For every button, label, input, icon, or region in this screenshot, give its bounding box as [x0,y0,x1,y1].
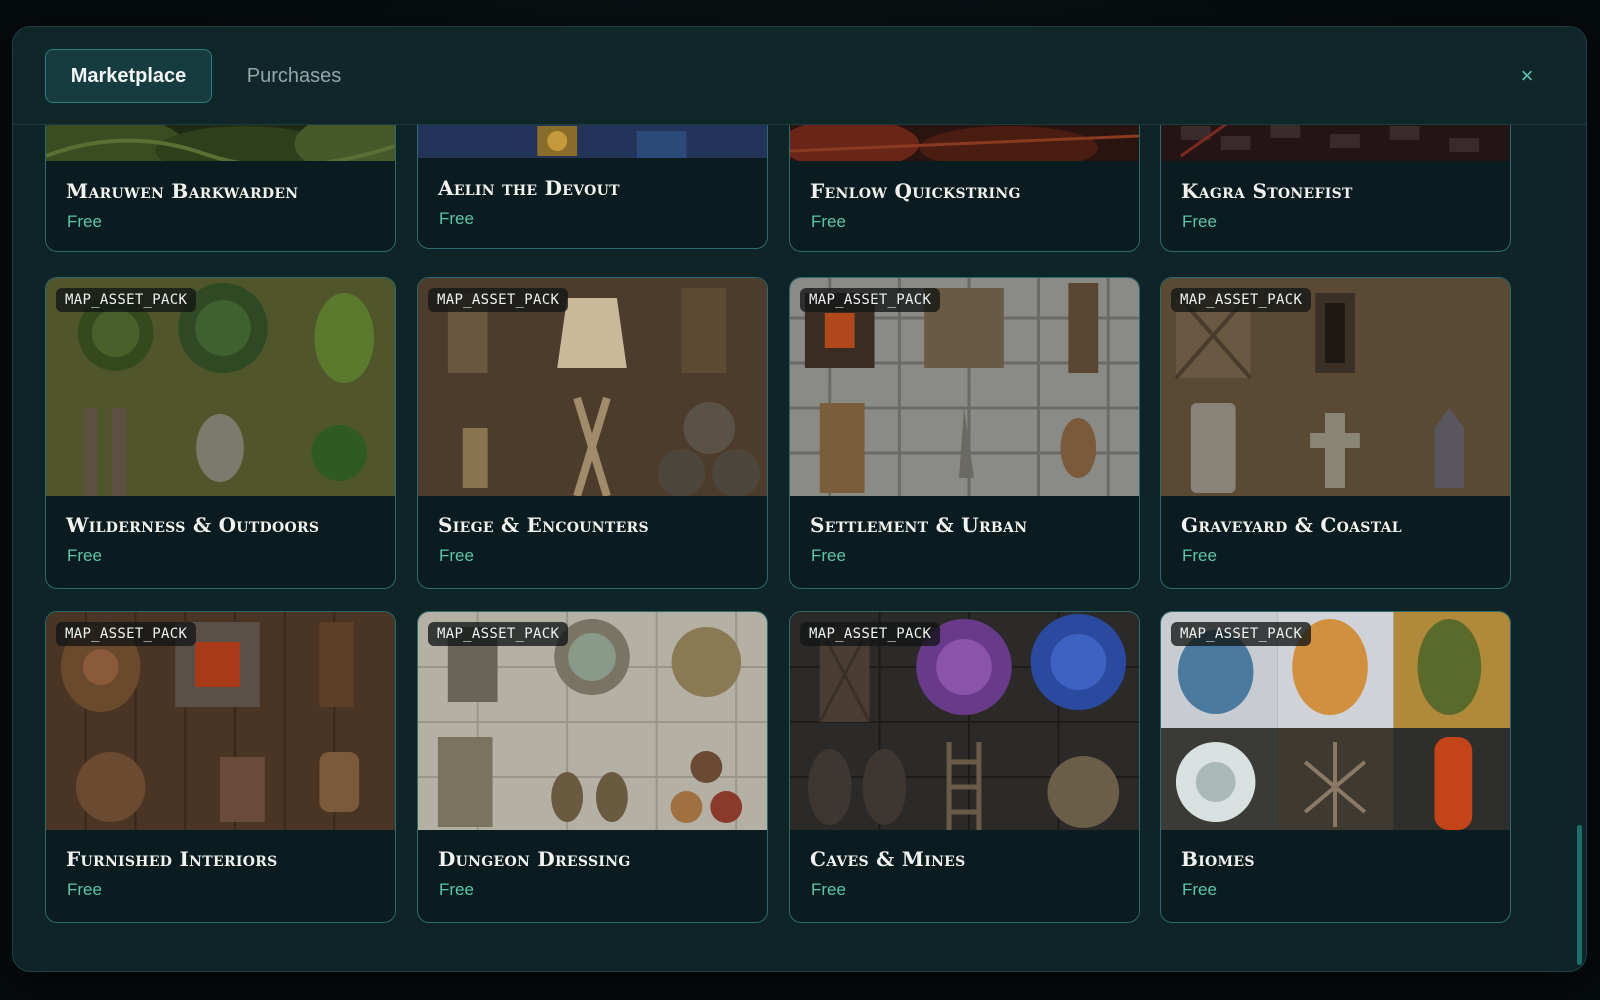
card-title: Wilderness & Outdoors [66,513,320,537]
asset-type-badge: MAP_ASSET_PACK [428,288,569,312]
asset-type-badge: MAP_ASSET_PACK [1171,288,1312,312]
card-image [418,125,767,158]
card-title: Settlement & Urban [810,513,1028,537]
close-icon[interactable]: × [1512,61,1542,91]
card-title: Furnished Interiors [66,847,278,871]
card-title: Maruwen Barkwarden [66,179,299,203]
card-fenlow-quickstring[interactable]: Fenlow Quickstring Free [789,125,1140,252]
card-price: Free [439,546,474,565]
asset-type-badge: MAP_ASSET_PACK [1171,622,1312,646]
scrollbar-thumb[interactable] [1577,825,1582,965]
card-title: Fenlow Quickstring [810,179,1021,203]
card-price: Free [811,546,846,565]
marketplace-modal: Marketplace Purchases × Maruwen Barkward… [12,26,1587,972]
asset-type-badge: MAP_ASSET_PACK [800,288,941,312]
card-graveyard-coastal[interactable]: MAP_ASSET_PACK Graveyard & Coastal Free [1160,277,1511,589]
card-maruwen-barkwarden[interactable]: Maruwen Barkwarden Free [45,125,396,252]
card-title: Kagra Stonefist [1181,179,1353,203]
card-wilderness-outdoors[interactable]: MAP_ASSET_PACK Wilderness & Outdoors Fre… [45,277,396,589]
card-title: Caves & Mines [810,847,966,871]
asset-type-badge: MAP_ASSET_PACK [428,622,569,646]
card-image [1161,125,1510,161]
card-biomes[interactable]: MAP_ASSET_PACK Biomes Free [1160,611,1511,923]
card-kagra-stonefist[interactable]: Kagra Stonefist Free [1160,125,1511,252]
card-title: Siege & Encounters [438,513,649,537]
card-settlement-urban[interactable]: MAP_ASSET_PACK Settlement & Urban Free [789,277,1140,589]
card-price: Free [1182,212,1217,231]
asset-type-badge: MAP_ASSET_PACK [800,622,941,646]
card-grid[interactable]: Maruwen Barkwarden Free Aelin the Devout… [13,125,1586,971]
card-price: Free [67,546,102,565]
asset-type-badge: MAP_ASSET_PACK [56,288,197,312]
card-caves-mines[interactable]: MAP_ASSET_PACK Caves & Mines Free [789,611,1140,923]
card-title: Biomes [1181,847,1255,871]
card-title: Aelin the Devout [438,176,620,200]
asset-type-badge: MAP_ASSET_PACK [56,622,197,646]
card-price: Free [439,880,474,899]
card-price: Free [67,880,102,899]
modal-header: Marketplace Purchases × [13,27,1586,125]
card-price: Free [67,212,102,231]
card-price: Free [1182,880,1217,899]
card-price: Free [1182,546,1217,565]
card-image [46,125,395,161]
card-image [790,125,1139,161]
card-price: Free [439,209,474,228]
card-siege-encounters[interactable]: MAP_ASSET_PACK Siege & Encounters Free [417,277,768,589]
card-title: Dungeon Dressing [438,847,631,871]
card-price: Free [811,880,846,899]
card-furnished-interiors[interactable]: MAP_ASSET_PACK Furnished Interiors Free [45,611,396,923]
tab-purchases[interactable]: Purchases [231,49,357,103]
card-title: Graveyard & Coastal [1181,513,1402,537]
card-price: Free [811,212,846,231]
tab-marketplace[interactable]: Marketplace [45,49,212,103]
card-dungeon-dressing[interactable]: MAP_ASSET_PACK Dungeon Dressing Free [417,611,768,923]
card-aelin-the-devout[interactable]: Aelin the Devout Free [417,125,768,249]
